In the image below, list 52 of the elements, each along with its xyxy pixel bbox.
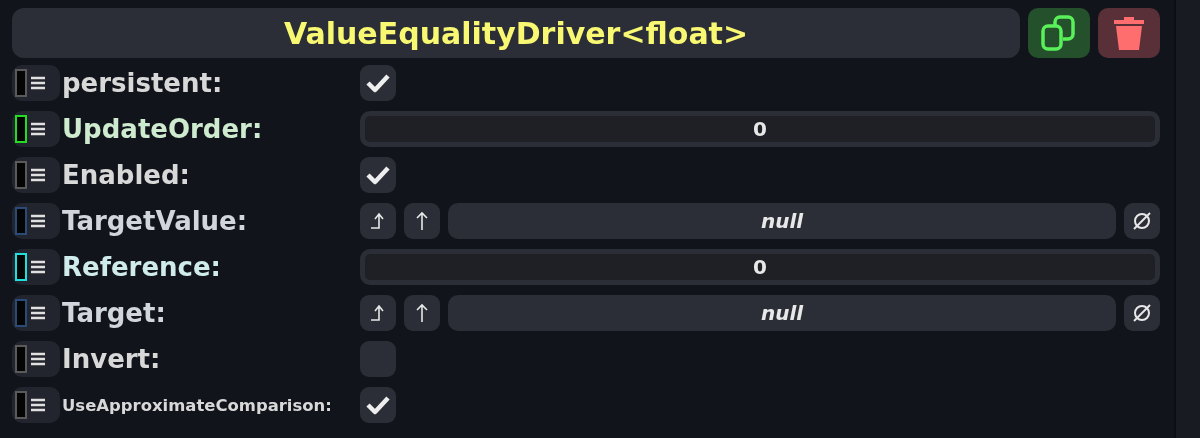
turn-up-arrow-icon [370, 212, 386, 230]
copy-icon [1040, 15, 1078, 51]
drag-handle[interactable] [12, 341, 60, 377]
up-button[interactable] [404, 203, 440, 239]
up-arrow-icon [416, 303, 428, 323]
check-icon [366, 73, 390, 93]
field-label: UpdateOrder: [62, 114, 264, 144]
trash-icon [1113, 15, 1145, 51]
jump-button[interactable] [360, 295, 396, 331]
empty-set-icon [1131, 302, 1153, 324]
drag-handle[interactable] [12, 157, 60, 193]
checkbox[interactable] [360, 65, 396, 101]
empty-set-icon [1131, 210, 1153, 232]
drag-handle[interactable] [12, 387, 60, 423]
reference-field[interactable]: null [448, 203, 1116, 239]
menu-icon [30, 214, 46, 228]
number-field[interactable]: 0 [360, 111, 1160, 147]
menu-icon [30, 168, 46, 182]
checkbox[interactable] [360, 157, 396, 193]
drag-handle[interactable] [12, 295, 60, 331]
up-button[interactable] [404, 295, 440, 331]
menu-icon [30, 398, 46, 412]
component-title: ValueEqualityDriver<float> [12, 8, 1020, 58]
checkbox[interactable] [360, 341, 396, 377]
drag-handle[interactable] [12, 111, 60, 147]
menu-icon [30, 352, 46, 366]
number-field[interactable]: 0 [360, 249, 1160, 285]
checkbox[interactable] [360, 387, 396, 423]
duplicate-button[interactable] [1028, 8, 1090, 58]
turn-up-arrow-icon [370, 304, 386, 322]
check-icon [366, 395, 390, 415]
menu-icon [30, 122, 46, 136]
field-label: Target: [62, 298, 167, 328]
field-label: Enabled: [62, 160, 191, 190]
menu-icon [30, 76, 46, 90]
field-label: persistent: [62, 68, 224, 98]
drag-handle[interactable] [12, 249, 60, 285]
menu-icon [30, 260, 46, 274]
jump-button[interactable] [360, 203, 396, 239]
check-icon [366, 165, 390, 185]
clear-button[interactable] [1124, 203, 1160, 239]
reference-field[interactable]: null [448, 295, 1116, 331]
up-arrow-icon [416, 211, 428, 231]
drag-handle[interactable] [12, 203, 60, 239]
delete-button[interactable] [1098, 8, 1160, 58]
field-label: Invert: [62, 344, 162, 374]
field-label: UseApproximateComparison: [62, 395, 333, 415]
drag-handle[interactable] [12, 65, 60, 101]
menu-icon [30, 306, 46, 320]
clear-button[interactable] [1124, 295, 1160, 331]
field-label: TargetValue: [62, 206, 249, 236]
field-label: Reference: [62, 252, 222, 282]
